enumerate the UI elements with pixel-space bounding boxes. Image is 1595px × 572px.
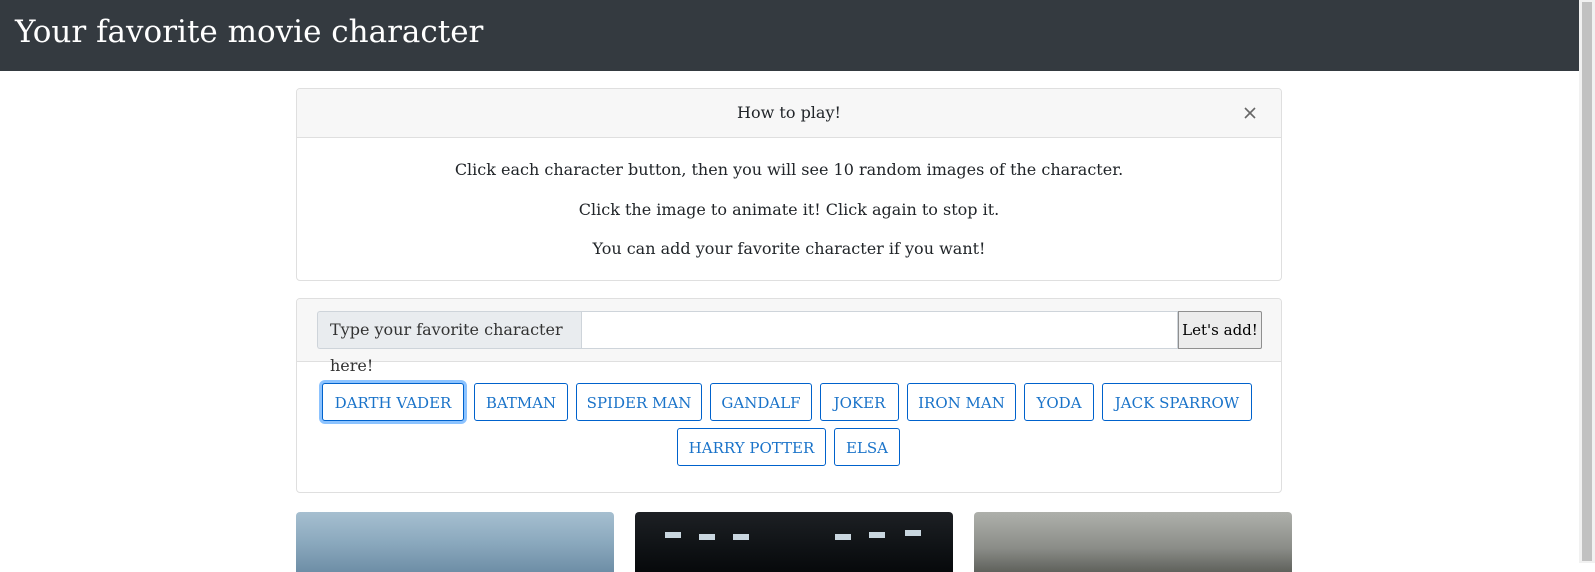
how-to-play-title: How to play! (737, 103, 841, 122)
input-prompt-label: Type your favorite character here! (317, 311, 581, 375)
how-to-play-card: How to play! Click each character button… (296, 88, 1282, 281)
add-character-input-group: Type your favorite character here! Let's… (317, 311, 1262, 375)
character-button-elsa[interactable]: ELSA (834, 428, 900, 466)
image-detail (699, 534, 715, 540)
character-button-darth-vader[interactable]: DARTH VADER (322, 383, 464, 421)
character-image[interactable] (974, 512, 1292, 572)
add-character-button[interactable]: Let's add! (1178, 311, 1262, 349)
add-character-card: Type your favorite character here! Let's… (296, 298, 1282, 493)
character-image[interactable] (635, 512, 953, 572)
character-button-jack-sparrow[interactable]: JACK SPARROW (1102, 383, 1252, 421)
character-button-spider-man[interactable]: SPIDER MAN (576, 383, 702, 421)
page-title: Your favorite movie character (15, 14, 484, 50)
image-detail (733, 534, 749, 540)
image-detail (665, 532, 681, 538)
character-button-yoda[interactable]: YODA (1024, 383, 1094, 421)
image-detail (835, 534, 851, 540)
image-detail (905, 530, 921, 536)
navbar: Your favorite movie character (0, 0, 1579, 71)
how-to-play-body: Click each character button, then you wi… (297, 138, 1281, 261)
close-icon[interactable] (1240, 103, 1260, 123)
add-character-form: Type your favorite character here! Let's… (297, 299, 1281, 375)
image-detail (869, 532, 885, 538)
character-button-harry-potter[interactable]: HARRY POTTER (677, 428, 826, 466)
scrollbar-thumb[interactable] (1582, 2, 1592, 561)
instruction-line: Click each character button, then you wi… (454, 160, 1124, 179)
character-button-joker[interactable]: JOKER (820, 383, 899, 421)
how-to-play-header: How to play! (297, 89, 1281, 138)
instruction-line: Click the image to animate it! Click aga… (578, 199, 1000, 219)
instruction-line: You can add your favorite character if y… (592, 239, 986, 258)
character-button-gandalf[interactable]: GANDALF (710, 383, 812, 421)
character-input[interactable] (581, 311, 1178, 349)
character-button-iron-man[interactable]: IRON MAN (907, 383, 1016, 421)
character-image[interactable] (296, 512, 614, 572)
vertical-scrollbar[interactable] (1579, 0, 1595, 563)
character-button-batman[interactable]: BATMAN (474, 383, 568, 421)
